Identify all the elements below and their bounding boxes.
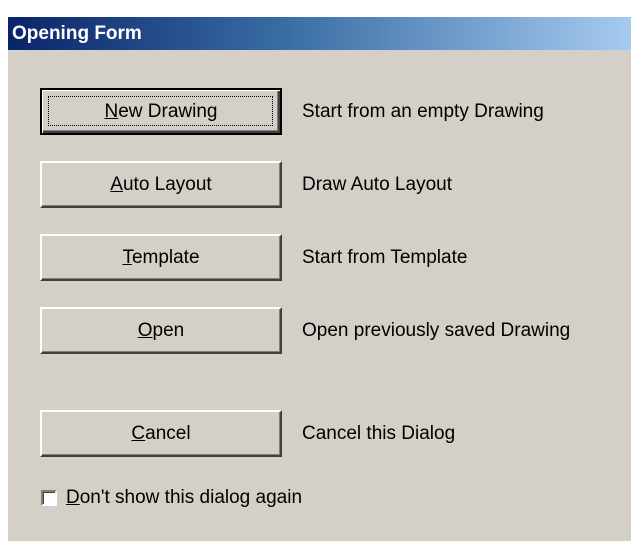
- open-description: Open previously saved Drawing: [302, 320, 571, 341]
- open-button[interactable]: Open: [40, 307, 282, 354]
- template-description: Start from Template: [302, 247, 468, 268]
- dialog-title: Opening Form: [8, 17, 631, 50]
- template-mnemonic: T: [122, 247, 132, 268]
- auto-layout-mnemonic: A: [110, 174, 123, 195]
- dont-show-again-mnemonic: D: [66, 487, 80, 508]
- opening-form-dialog: Opening Form New Drawing Start from an e…: [8, 17, 631, 541]
- auto-layout-label: uto Layout: [122, 174, 212, 195]
- dont-show-again-checkbox[interactable]: [41, 490, 57, 506]
- template-label: emplate: [131, 247, 200, 268]
- dont-show-again-option[interactable]: Don't show this dialog again: [41, 486, 302, 510]
- cancel-description: Cancel this Dialog: [302, 423, 456, 444]
- new-drawing-button[interactable]: New Drawing: [40, 88, 282, 135]
- cancel-mnemonic: C: [131, 423, 146, 444]
- new-drawing-description: Start from an empty Drawing: [302, 101, 544, 122]
- auto-layout-description: Draw Auto Layout: [302, 174, 452, 195]
- cancel-button[interactable]: Cancel: [40, 410, 282, 457]
- dont-show-again-label: on't show this dialog again: [79, 487, 303, 508]
- open-mnemonic: O: [137, 320, 153, 341]
- open-label: pen: [152, 320, 185, 341]
- new-drawing-label: ew Drawing: [118, 101, 218, 122]
- auto-layout-button[interactable]: Auto Layout: [40, 161, 282, 208]
- template-button[interactable]: Template: [40, 234, 282, 281]
- new-drawing-mnemonic: N: [104, 101, 119, 122]
- cancel-label: ancel: [145, 423, 191, 444]
